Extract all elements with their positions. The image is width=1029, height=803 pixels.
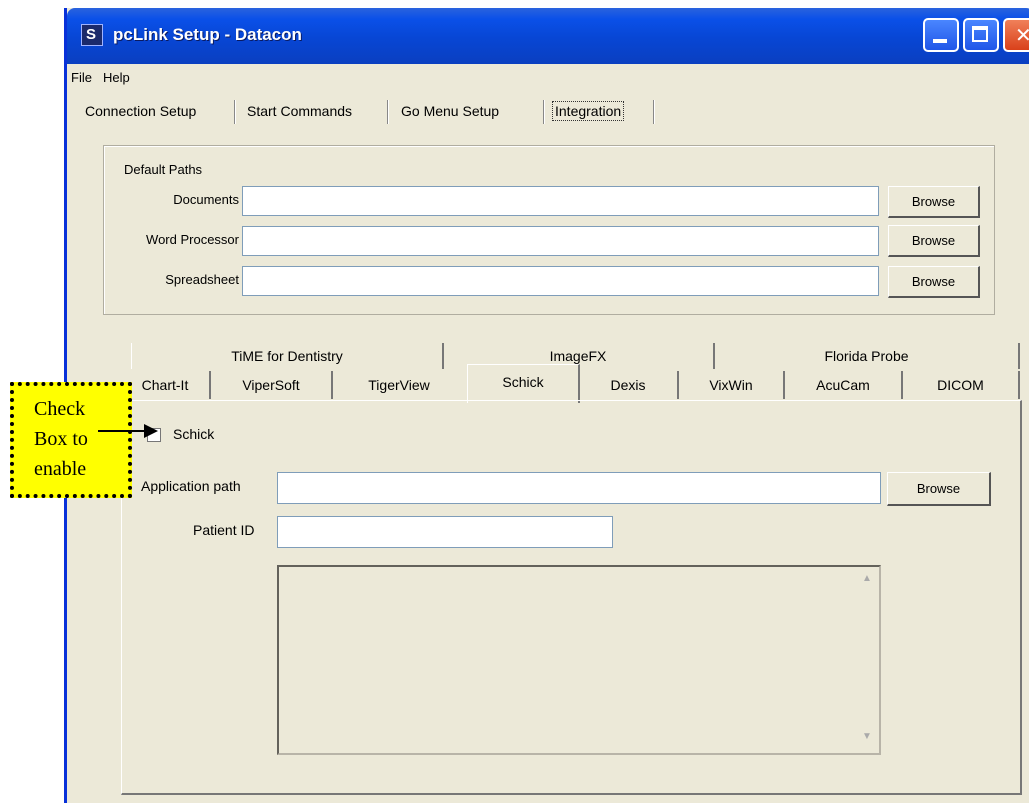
menu-file[interactable]: File	[71, 70, 92, 85]
check-box-callout: Check Box to enable	[10, 382, 132, 498]
subtab-vipersoft[interactable]: ViperSoft	[211, 371, 333, 399]
callout-line-2: Box to	[34, 428, 88, 450]
patient-id-field[interactable]	[277, 516, 613, 548]
subtab-vixwin[interactable]: VixWin	[679, 371, 785, 399]
tab-integration[interactable]: Integration	[548, 96, 628, 126]
notes-textarea[interactable]: ▲ ▼	[277, 565, 881, 755]
scroll-up-icon[interactable]: ▲	[859, 573, 875, 589]
menu-help[interactable]: Help	[103, 70, 130, 85]
subtab-chart-it[interactable]: Chart-It	[121, 371, 211, 399]
maximize-button[interactable]	[963, 18, 999, 52]
scroll-down-icon[interactable]: ▼	[859, 731, 875, 747]
application-path-browse-button[interactable]: Browse	[887, 472, 991, 506]
default-paths-title: Default Paths	[124, 162, 203, 177]
menu-bar: File Help	[67, 64, 1029, 92]
callout-line-3: enable	[34, 458, 87, 480]
callout-arrow-line	[98, 430, 146, 432]
title-bar[interactable]: pcLink Setup - Datacon	[67, 8, 1029, 64]
tab-connection-setup[interactable]: Connection Setup	[81, 96, 200, 126]
minimize-button[interactable]	[923, 18, 959, 52]
subtab-florida-probe[interactable]: Florida Probe	[715, 343, 1020, 369]
tab-integration-label: Integration	[552, 101, 625, 121]
word-processor-label: Word Processor	[146, 232, 239, 247]
spreadsheet-label: Spreadsheet	[165, 272, 239, 287]
documents-label: Documents	[173, 192, 239, 207]
documents-field[interactable]	[242, 186, 879, 216]
subtab-acucam[interactable]: AcuCam	[785, 371, 903, 399]
subtab-schick[interactable]: Schick	[467, 364, 580, 403]
word-processor-browse-button[interactable]: Browse	[888, 225, 980, 257]
subtab-dicom[interactable]: DICOM	[903, 371, 1020, 399]
subtab-time-for-dentistry[interactable]: TiME for Dentistry	[131, 343, 444, 369]
tab-go-menu-setup[interactable]: Go Menu Setup	[397, 96, 503, 126]
default-paths-group: Default Paths Documents Browse Word Proc…	[103, 145, 995, 315]
main-tab-strip: Connection Setup Start Commands Go Menu …	[81, 96, 1029, 126]
close-button[interactable]	[1003, 18, 1029, 52]
pclink-setup-window: pcLink Setup - Datacon File Help Connect…	[64, 8, 1029, 803]
schick-checkbox-label: Schick	[173, 426, 215, 442]
subtab-tigerview[interactable]: TigerView	[333, 371, 465, 399]
window-title: pcLink Setup - Datacon	[113, 25, 302, 44]
callout-arrow-icon	[144, 424, 158, 438]
spreadsheet-field[interactable]	[242, 266, 879, 296]
application-path-field[interactable]	[277, 472, 881, 504]
app-icon[interactable]	[81, 24, 103, 46]
callout-line-1: Check	[34, 398, 86, 420]
patient-id-label: Patient ID	[193, 522, 255, 538]
application-path-label: Application path	[141, 478, 241, 494]
tab-start-commands[interactable]: Start Commands	[243, 96, 356, 126]
word-processor-field[interactable]	[242, 226, 879, 256]
spreadsheet-browse-button[interactable]: Browse	[888, 266, 980, 298]
documents-browse-button[interactable]: Browse	[888, 186, 980, 218]
subtab-dexis[interactable]: Dexis	[579, 371, 679, 399]
